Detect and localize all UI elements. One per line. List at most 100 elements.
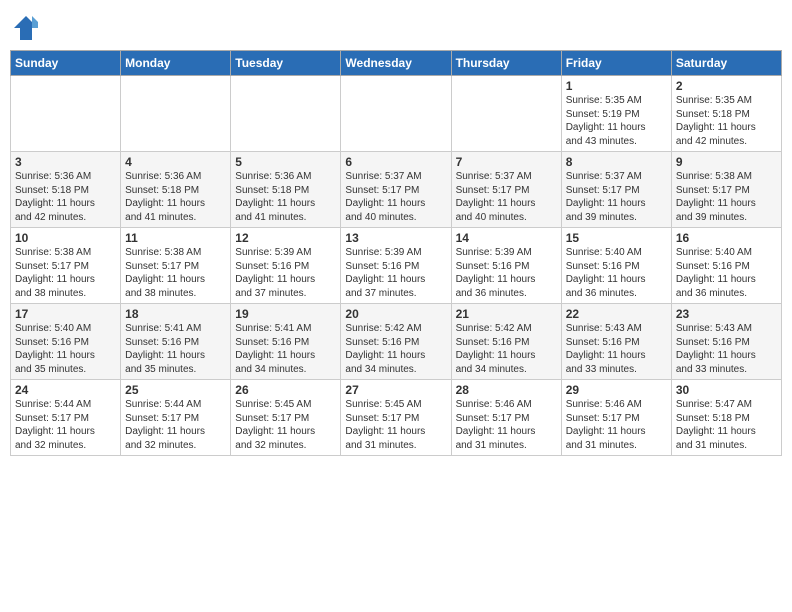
day-cell: 29Sunrise: 5:46 AM Sunset: 5:17 PM Dayli… [561,380,671,456]
day-number: 13 [345,231,446,245]
day-info: Sunrise: 5:37 AM Sunset: 5:17 PM Dayligh… [345,170,446,224]
day-number: 20 [345,307,446,321]
logo-text [10,14,40,42]
col-header-friday: Friday [561,51,671,76]
calendar: SundayMondayTuesdayWednesdayThursdayFrid… [10,50,782,456]
day-info: Sunrise: 5:37 AM Sunset: 5:17 PM Dayligh… [566,170,667,224]
day-cell: 7Sunrise: 5:37 AM Sunset: 5:17 PM Daylig… [451,152,561,228]
day-number: 9 [676,155,777,169]
day-number: 6 [345,155,446,169]
day-number: 29 [566,383,667,397]
day-cell: 30Sunrise: 5:47 AM Sunset: 5:18 PM Dayli… [671,380,781,456]
day-cell: 4Sunrise: 5:36 AM Sunset: 5:18 PM Daylig… [121,152,231,228]
day-info: Sunrise: 5:42 AM Sunset: 5:16 PM Dayligh… [456,322,557,376]
day-info: Sunrise: 5:35 AM Sunset: 5:18 PM Dayligh… [676,94,777,148]
day-info: Sunrise: 5:40 AM Sunset: 5:16 PM Dayligh… [566,246,667,300]
day-number: 8 [566,155,667,169]
day-number: 19 [235,307,336,321]
day-info: Sunrise: 5:38 AM Sunset: 5:17 PM Dayligh… [15,246,116,300]
day-info: Sunrise: 5:46 AM Sunset: 5:17 PM Dayligh… [566,398,667,452]
day-cell: 27Sunrise: 5:45 AM Sunset: 5:17 PM Dayli… [341,380,451,456]
day-cell: 25Sunrise: 5:44 AM Sunset: 5:17 PM Dayli… [121,380,231,456]
day-info: Sunrise: 5:39 AM Sunset: 5:16 PM Dayligh… [345,246,446,300]
day-info: Sunrise: 5:44 AM Sunset: 5:17 PM Dayligh… [125,398,226,452]
calendar-header-row: SundayMondayTuesdayWednesdayThursdayFrid… [11,51,782,76]
day-cell: 19Sunrise: 5:41 AM Sunset: 5:16 PM Dayli… [231,304,341,380]
day-cell: 17Sunrise: 5:40 AM Sunset: 5:16 PM Dayli… [11,304,121,380]
day-cell: 3Sunrise: 5:36 AM Sunset: 5:18 PM Daylig… [11,152,121,228]
day-info: Sunrise: 5:43 AM Sunset: 5:16 PM Dayligh… [566,322,667,376]
day-number: 7 [456,155,557,169]
day-cell [341,76,451,152]
day-number: 26 [235,383,336,397]
day-number: 2 [676,79,777,93]
day-info: Sunrise: 5:43 AM Sunset: 5:16 PM Dayligh… [676,322,777,376]
day-info: Sunrise: 5:36 AM Sunset: 5:18 PM Dayligh… [235,170,336,224]
day-info: Sunrise: 5:40 AM Sunset: 5:16 PM Dayligh… [676,246,777,300]
day-cell: 21Sunrise: 5:42 AM Sunset: 5:16 PM Dayli… [451,304,561,380]
day-number: 24 [15,383,116,397]
day-info: Sunrise: 5:39 AM Sunset: 5:16 PM Dayligh… [456,246,557,300]
day-number: 10 [15,231,116,245]
day-info: Sunrise: 5:44 AM Sunset: 5:17 PM Dayligh… [15,398,116,452]
day-info: Sunrise: 5:42 AM Sunset: 5:16 PM Dayligh… [345,322,446,376]
day-info: Sunrise: 5:38 AM Sunset: 5:17 PM Dayligh… [125,246,226,300]
day-cell: 22Sunrise: 5:43 AM Sunset: 5:16 PM Dayli… [561,304,671,380]
col-header-tuesday: Tuesday [231,51,341,76]
day-cell: 5Sunrise: 5:36 AM Sunset: 5:18 PM Daylig… [231,152,341,228]
day-cell [451,76,561,152]
day-info: Sunrise: 5:41 AM Sunset: 5:16 PM Dayligh… [125,322,226,376]
day-info: Sunrise: 5:47 AM Sunset: 5:18 PM Dayligh… [676,398,777,452]
day-number: 17 [15,307,116,321]
day-cell: 14Sunrise: 5:39 AM Sunset: 5:16 PM Dayli… [451,228,561,304]
day-info: Sunrise: 5:45 AM Sunset: 5:17 PM Dayligh… [235,398,336,452]
day-cell: 2Sunrise: 5:35 AM Sunset: 5:18 PM Daylig… [671,76,781,152]
day-number: 3 [15,155,116,169]
day-cell: 15Sunrise: 5:40 AM Sunset: 5:16 PM Dayli… [561,228,671,304]
day-cell: 26Sunrise: 5:45 AM Sunset: 5:17 PM Dayli… [231,380,341,456]
day-number: 12 [235,231,336,245]
day-info: Sunrise: 5:41 AM Sunset: 5:16 PM Dayligh… [235,322,336,376]
week-row-1: 1Sunrise: 5:35 AM Sunset: 5:19 PM Daylig… [11,76,782,152]
col-header-thursday: Thursday [451,51,561,76]
day-number: 15 [566,231,667,245]
week-row-2: 3Sunrise: 5:36 AM Sunset: 5:18 PM Daylig… [11,152,782,228]
day-cell: 18Sunrise: 5:41 AM Sunset: 5:16 PM Dayli… [121,304,231,380]
day-cell [11,76,121,152]
day-cell [231,76,341,152]
week-row-5: 24Sunrise: 5:44 AM Sunset: 5:17 PM Dayli… [11,380,782,456]
day-cell: 9Sunrise: 5:38 AM Sunset: 5:17 PM Daylig… [671,152,781,228]
day-info: Sunrise: 5:46 AM Sunset: 5:17 PM Dayligh… [456,398,557,452]
day-number: 30 [676,383,777,397]
day-info: Sunrise: 5:37 AM Sunset: 5:17 PM Dayligh… [456,170,557,224]
day-number: 22 [566,307,667,321]
logo-general [10,14,40,42]
day-info: Sunrise: 5:36 AM Sunset: 5:18 PM Dayligh… [15,170,116,224]
col-header-sunday: Sunday [11,51,121,76]
col-header-saturday: Saturday [671,51,781,76]
day-info: Sunrise: 5:36 AM Sunset: 5:18 PM Dayligh… [125,170,226,224]
day-cell: 16Sunrise: 5:40 AM Sunset: 5:16 PM Dayli… [671,228,781,304]
page-header [10,10,782,42]
day-cell: 11Sunrise: 5:38 AM Sunset: 5:17 PM Dayli… [121,228,231,304]
day-number: 11 [125,231,226,245]
day-cell: 6Sunrise: 5:37 AM Sunset: 5:17 PM Daylig… [341,152,451,228]
day-number: 25 [125,383,226,397]
day-number: 16 [676,231,777,245]
day-info: Sunrise: 5:35 AM Sunset: 5:19 PM Dayligh… [566,94,667,148]
day-number: 4 [125,155,226,169]
day-number: 1 [566,79,667,93]
day-cell: 8Sunrise: 5:37 AM Sunset: 5:17 PM Daylig… [561,152,671,228]
day-number: 18 [125,307,226,321]
col-header-wednesday: Wednesday [341,51,451,76]
day-cell [121,76,231,152]
day-info: Sunrise: 5:40 AM Sunset: 5:16 PM Dayligh… [15,322,116,376]
day-number: 28 [456,383,557,397]
day-number: 14 [456,231,557,245]
day-cell: 12Sunrise: 5:39 AM Sunset: 5:16 PM Dayli… [231,228,341,304]
day-cell: 13Sunrise: 5:39 AM Sunset: 5:16 PM Dayli… [341,228,451,304]
week-row-3: 10Sunrise: 5:38 AM Sunset: 5:17 PM Dayli… [11,228,782,304]
day-info: Sunrise: 5:39 AM Sunset: 5:16 PM Dayligh… [235,246,336,300]
day-cell: 24Sunrise: 5:44 AM Sunset: 5:17 PM Dayli… [11,380,121,456]
day-cell: 28Sunrise: 5:46 AM Sunset: 5:17 PM Dayli… [451,380,561,456]
